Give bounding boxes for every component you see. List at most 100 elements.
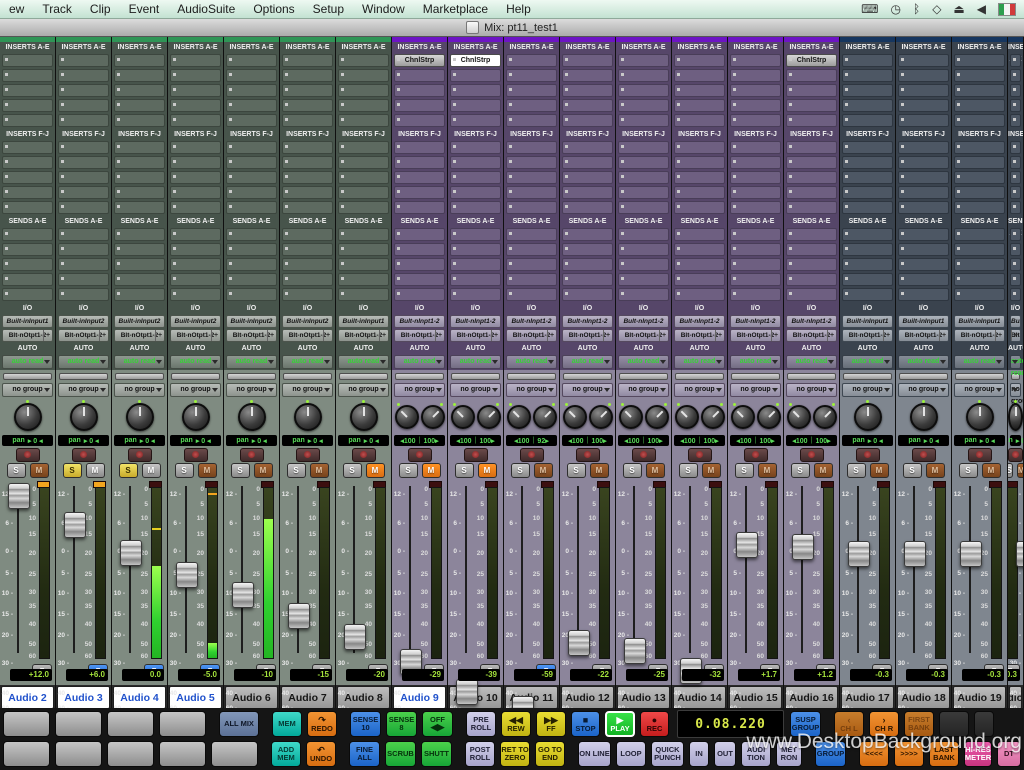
insert-slot[interactable] [898,84,949,97]
automation-mode-button[interactable]: auto read [226,355,277,369]
insert-slot[interactable] [114,186,165,199]
pan-value-display[interactable]: ◂100|100▸ [674,435,725,446]
insert-slot[interactable] [282,99,333,112]
menu-item-clip[interactable]: Clip [81,2,120,16]
insert-slot[interactable] [898,69,949,82]
input-path-button[interactable]: Built-inInput1 [954,315,1005,328]
volume-fader-knob[interactable] [960,541,982,567]
send-slot[interactable] [114,273,165,286]
send-slot[interactable] [1010,258,1021,271]
send-slot[interactable] [226,258,277,271]
insert-slot[interactable] [1010,201,1021,214]
insert-slot[interactable] [114,54,165,67]
insert-slot[interactable] [506,186,557,199]
output-path-button[interactable]: Blt-nOtpt1-2+ [170,329,221,342]
audition-button[interactable]: AUDITION [741,741,771,767]
send-slot[interactable] [170,273,221,286]
insert-slot[interactable] [2,156,53,169]
send-slot[interactable] [898,243,949,256]
insert-slot[interactable] [170,54,221,67]
pan-knob[interactable] [70,403,98,431]
send-slot[interactable] [226,228,277,241]
insert-slot[interactable] [282,201,333,214]
pan-knob-left[interactable] [507,405,531,429]
mute-button[interactable]: M [814,463,833,478]
insert-slot[interactable] [1010,84,1021,97]
insert-slot[interactable] [786,201,837,214]
solo-button[interactable]: S [231,463,250,478]
automation-mode-button[interactable]: auto read [506,355,557,369]
output-path-button[interactable]: Blt-nOtpt1-2+ [1010,329,1021,342]
insert-slot[interactable] [562,141,613,154]
pan-knob[interactable] [966,403,994,431]
record-enable-button[interactable] [520,448,544,462]
record-enable-button[interactable] [240,448,264,462]
send-slot[interactable] [786,228,837,241]
send-slot[interactable] [170,243,221,256]
send-slot[interactable] [226,288,277,301]
pan-value-display[interactable]: pan▸ 0 ◂ [170,435,221,446]
send-slot[interactable] [338,288,389,301]
online-button[interactable]: ON LINE [578,741,611,767]
insert-slot[interactable] [786,141,837,154]
volume-fader-knob[interactable] [568,630,590,656]
first-bank-button[interactable]: FIRSTBANK [904,711,934,737]
output-path-button[interactable]: Blt-nOtpt1-2+ [450,329,501,342]
softkey-blank[interactable] [55,741,102,767]
mute-button[interactable]: M [310,463,329,478]
volume-value-display[interactable]: -22 [570,669,612,681]
all-mix-button[interactable]: ALL MIX [219,711,259,737]
group-selector-button[interactable]: no group [58,383,109,397]
insert-slot[interactable] [394,201,445,214]
off-button[interactable]: OFF◀▶ [422,711,453,737]
pan-knob-left[interactable] [563,405,587,429]
output-path-button[interactable]: Blt-nOtpt1-2+ [954,329,1005,342]
solo-button[interactable]: S [567,463,586,478]
redo-button[interactable]: ↷REDO [307,711,337,737]
last-bank-button[interactable]: LASTBANK [929,741,959,767]
send-slot[interactable] [562,243,613,256]
send-slot[interactable] [2,228,53,241]
insert-slot[interactable] [842,54,893,67]
insert-slot[interactable]: ChnlStrp [394,54,445,67]
pan-knob-right[interactable] [701,405,725,429]
send-slot[interactable] [618,258,669,271]
solo-button[interactable]: S [679,463,698,478]
send-slot[interactable] [674,243,725,256]
insert-slot[interactable] [674,69,725,82]
insert-slot[interactable] [898,141,949,154]
insert-slot[interactable] [786,69,837,82]
volume-fader-knob[interactable] [736,532,758,558]
insert-slot[interactable] [1010,156,1021,169]
insert-slot[interactable] [730,99,781,112]
insert-slot[interactable] [394,69,445,82]
insert-slot[interactable] [1010,171,1021,184]
input-path-button[interactable]: Bult-nInpt1-2 [674,315,725,328]
mute-button[interactable]: M [254,463,273,478]
send-slot[interactable] [618,273,669,286]
insert-slot[interactable] [506,156,557,169]
insert-slot[interactable] [170,69,221,82]
mute-button[interactable]: M [702,463,721,478]
send-slot[interactable] [786,243,837,256]
insert-slot[interactable] [842,99,893,112]
group-selector-button[interactable]: no group [226,383,277,397]
send-slot[interactable] [506,288,557,301]
input-path-button[interactable]: Built-inInput2 [114,315,165,328]
post-roll-button[interactable]: POSTROLL [465,741,495,767]
pan-knob-left[interactable] [451,405,475,429]
solo-button[interactable]: S [7,463,26,478]
send-slot[interactable] [450,258,501,271]
send-slot[interactable] [170,228,221,241]
insert-slot[interactable] [170,171,221,184]
insert-slot[interactable] [898,171,949,184]
insert-slot[interactable] [2,171,53,184]
insert-slot[interactable] [394,171,445,184]
insert-slot[interactable] [562,114,613,127]
send-slot[interactable] [898,228,949,241]
automation-mode-button[interactable]: auto read [450,355,501,369]
insert-slot[interactable] [450,171,501,184]
insert-slot[interactable]: ChnlStrp [786,54,837,67]
pan-value-display[interactable]: pan▸ 0 ◂ [1010,435,1021,446]
solo-button[interactable]: S [735,463,754,478]
